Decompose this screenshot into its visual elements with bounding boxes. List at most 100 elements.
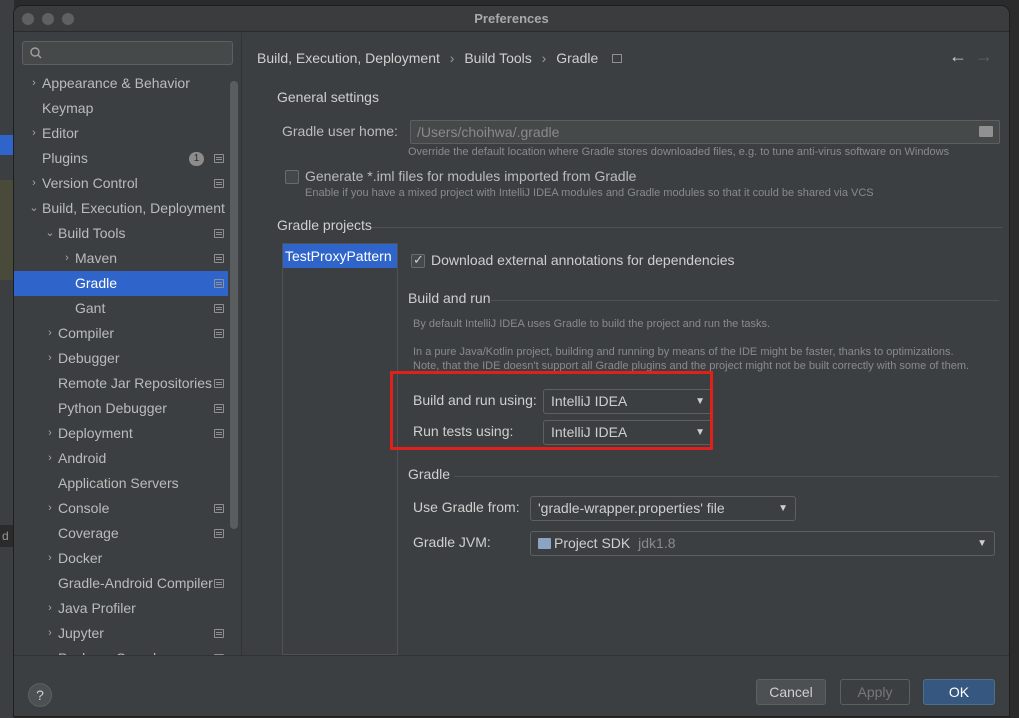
breadcrumb-item[interactable]: Build, Execution, Deployment [257, 50, 440, 66]
sidebar-item[interactable]: Plugins 1 [14, 146, 228, 171]
project-scope-icon [214, 529, 224, 538]
chevron-right-icon[interactable]: › [44, 621, 56, 646]
sidebar-item[interactable]: › Editor [14, 121, 228, 146]
project-scope-icon [214, 254, 224, 263]
ok-button[interactable]: OK [923, 679, 995, 705]
gradle-settings-panel: Build, Execution, Deployment › Build Too… [243, 33, 1009, 655]
gradle-jvm-value: Project SDK [554, 535, 631, 551]
sidebar-item[interactable]: Remote Jar Repositories [14, 371, 228, 396]
forward-arrow-icon[interactable]: → [975, 46, 993, 67]
chevron-right-icon[interactable]: › [44, 496, 56, 521]
project-scope-icon [612, 53, 623, 63]
chevron-down-icon[interactable]: ⌄ [44, 221, 56, 246]
sidebar-item[interactable]: › Jupyter [14, 621, 228, 646]
sdk-folder-icon [538, 537, 551, 549]
sidebar-item[interactable]: › Deployment [14, 421, 228, 446]
sidebar-item-label: Docker [58, 550, 103, 566]
annotation-highlight-box [390, 371, 713, 450]
settings-search-input[interactable] [22, 41, 233, 65]
project-scope-icon [214, 279, 224, 288]
sidebar-item[interactable]: › Maven [14, 246, 228, 271]
sidebar-item[interactable]: Coverage [14, 521, 228, 546]
sidebar-item-label: Deployment [58, 425, 133, 441]
gradle-user-home-input[interactable]: /Users/choihwa/.gradle [410, 120, 1000, 144]
project-scope-icon [214, 154, 224, 163]
project-scope-icon [214, 504, 224, 513]
divider [491, 300, 999, 301]
generate-iml-label: Generate *.iml files for modules importe… [305, 168, 637, 184]
sidebar-item[interactable]: › Compiler [14, 321, 228, 346]
build-run-hint: In a pure Java/Kotlin project, building … [413, 346, 954, 358]
use-gradle-from-value: 'gradle-wrapper.properties' file [538, 500, 725, 516]
sidebar-item-label: Debugger [58, 350, 120, 366]
sidebar-item[interactable]: ⌄ Build, Execution, Deployment [14, 196, 228, 221]
gradle-section-title: Gradle [408, 466, 451, 482]
chevron-right-icon[interactable]: › [28, 171, 40, 196]
download-annotations-label: Download external annotations for depend… [431, 252, 735, 268]
project-scope-icon [214, 404, 224, 413]
sidebar-item-label: Editor [42, 125, 79, 141]
sidebar-item[interactable]: Application Servers [14, 471, 228, 496]
sidebar-item[interactable]: ⌄ Build Tools [14, 221, 228, 246]
sidebar-item-label: Remote Jar Repositories [58, 375, 213, 391]
sidebar-item[interactable]: › Appearance & Behavior [14, 71, 228, 96]
sidebar-item[interactable]: Gradle [14, 271, 228, 296]
download-annotations-checkbox[interactable] [411, 252, 425, 268]
breadcrumb-item[interactable]: Build Tools [464, 50, 531, 66]
chevron-right-icon[interactable]: › [44, 421, 56, 446]
cancel-button[interactable]: Cancel [756, 679, 826, 705]
background-stripe [0, 180, 14, 280]
project-scope-icon [214, 379, 224, 388]
breadcrumb-separator: › [541, 50, 547, 66]
generate-iml-checkbox[interactable] [285, 170, 299, 184]
chevron-right-icon[interactable]: › [44, 321, 56, 346]
chevron-right-icon[interactable]: › [44, 596, 56, 621]
title-bar: Preferences [14, 6, 1009, 32]
project-scope-icon [214, 229, 224, 238]
sidebar-item[interactable]: › Debugger [14, 346, 228, 371]
sidebar-item-label: Android [58, 450, 107, 466]
folder-icon[interactable] [979, 126, 993, 137]
gradle-user-home-hint: Override the default location where Grad… [408, 146, 950, 158]
help-button[interactable]: ? [28, 683, 52, 707]
background-stripe [0, 135, 14, 155]
chevron-right-icon[interactable]: › [28, 121, 40, 146]
project-scope-icon [214, 579, 224, 588]
chevron-right-icon[interactable]: › [28, 71, 40, 96]
sidebar-item[interactable]: › Java Profiler [14, 596, 228, 621]
sidebar-item[interactable]: › Android [14, 446, 228, 471]
dialog-footer: ? Cancel Apply OK [14, 655, 1009, 716]
sidebar-item-label: Keymap [42, 100, 94, 116]
chevron-right-icon[interactable]: › [44, 346, 56, 371]
use-gradle-from-dropdown[interactable]: 'gradle-wrapper.properties' file ▼ [530, 496, 796, 521]
gradle-user-home-label: Gradle user home: [282, 123, 398, 139]
sidebar-item-label: Console [58, 500, 110, 516]
sidebar-scrollbar[interactable] [230, 81, 238, 529]
general-settings-title: General settings [277, 89, 379, 105]
chevron-down-icon[interactable]: ⌄ [28, 196, 40, 221]
sidebar-item[interactable]: Gant [14, 296, 228, 321]
sidebar-item-label: Gradle [75, 275, 118, 291]
window-title: Preferences [474, 11, 549, 26]
sidebar-item[interactable]: Keymap [14, 96, 228, 121]
project-scope-icon [214, 179, 224, 188]
sidebar-item[interactable]: › Version Control [14, 171, 228, 196]
chevron-right-icon[interactable]: › [61, 246, 73, 271]
sidebar-item[interactable]: › Console [14, 496, 228, 521]
sidebar-item-label: Jupyter [58, 625, 104, 641]
breadcrumb: Build, Execution, Deployment › Build Too… [257, 50, 628, 66]
list-item-project[interactable]: TestProxyPattern [283, 244, 397, 268]
sidebar-item[interactable]: › Docker [14, 546, 228, 571]
preferences-window: Preferences › Appearance & Behavior Keymap… [14, 6, 1009, 716]
dropdown-arrow-icon: ▼ [977, 538, 987, 549]
sidebar-item-label: Appearance & Behavior [42, 75, 190, 91]
apply-button[interactable]: Apply [840, 679, 910, 705]
settings-tree: › Appearance & Behavior Keymap › Editor Plugi… [14, 71, 228, 671]
sidebar-item[interactable]: Gradle-Android Compiler [14, 571, 228, 596]
chevron-right-icon[interactable]: › [44, 446, 56, 471]
gradle-jvm-dropdown[interactable]: Project SDK jdk1.8 ▼ [530, 531, 995, 556]
back-arrow-icon[interactable]: ← [949, 46, 967, 67]
gradle-projects-title: Gradle projects [277, 217, 372, 233]
sidebar-item[interactable]: Python Debugger [14, 396, 228, 421]
chevron-right-icon[interactable]: › [44, 546, 56, 571]
